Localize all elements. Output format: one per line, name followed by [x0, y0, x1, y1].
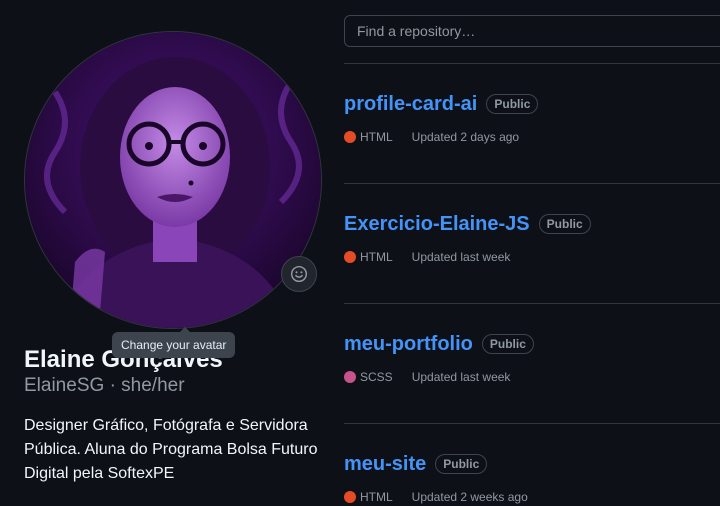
repo-item: profile-card-ai Public HTML Updated 2 da… — [344, 88, 720, 146]
language-color-dot — [344, 371, 356, 383]
repo-item: meu-portfolio Public SCSS Updated last w… — [344, 328, 720, 386]
repo-divider — [344, 183, 720, 184]
repo-link[interactable]: Exercicio-Elaine-JS — [344, 210, 530, 238]
repo-divider — [344, 303, 720, 304]
repo-updated: Updated 2 days ago — [411, 130, 520, 144]
language-color-dot — [344, 491, 356, 503]
repo-updated: Updated last week — [411, 250, 511, 264]
profile-login-line: ElaineSG · she/her — [24, 374, 185, 398]
repo-link[interactable]: meu-site — [344, 450, 426, 478]
profile-pronouns: she/her — [121, 375, 185, 396]
visibility-badge: Public — [538, 214, 591, 234]
profile-login: ElaineSG — [24, 375, 105, 396]
avatar-photo — [25, 32, 321, 328]
change-avatar-button[interactable] — [281, 256, 317, 292]
repo-item: meu-site Public HTML Updated 2 weeks ago — [344, 448, 720, 506]
repo-updated: Updated 2 weeks ago — [411, 490, 528, 504]
visibility-badge: Public — [481, 334, 534, 354]
repo-link[interactable]: profile-card-ai — [344, 90, 477, 118]
repo-divider — [344, 423, 720, 424]
repository-search-input[interactable] — [344, 15, 720, 47]
language-color-dot — [344, 131, 356, 143]
login-separator: · — [109, 375, 116, 396]
repo-language: HTML — [360, 250, 393, 264]
repo-updated: Updated last week — [411, 370, 511, 384]
repo-language: HTML — [360, 130, 393, 144]
visibility-badge: Public — [486, 94, 539, 114]
avatar[interactable] — [24, 31, 322, 329]
repo-divider — [344, 63, 720, 64]
repo-language: HTML — [360, 490, 393, 504]
repo-language: SCSS — [360, 370, 393, 384]
visibility-badge: Public — [435, 454, 488, 474]
avatar-tooltip: Change your avatar — [112, 327, 236, 358]
smiley-icon — [290, 265, 308, 283]
language-color-dot — [344, 251, 356, 263]
repo-item: Exercicio-Elaine-JS Public HTML Updated … — [344, 208, 720, 266]
profile-bio: Designer Gráfico, Fotógrafa e Servidora … — [24, 417, 318, 482]
repo-link[interactable]: meu-portfolio — [344, 330, 473, 358]
